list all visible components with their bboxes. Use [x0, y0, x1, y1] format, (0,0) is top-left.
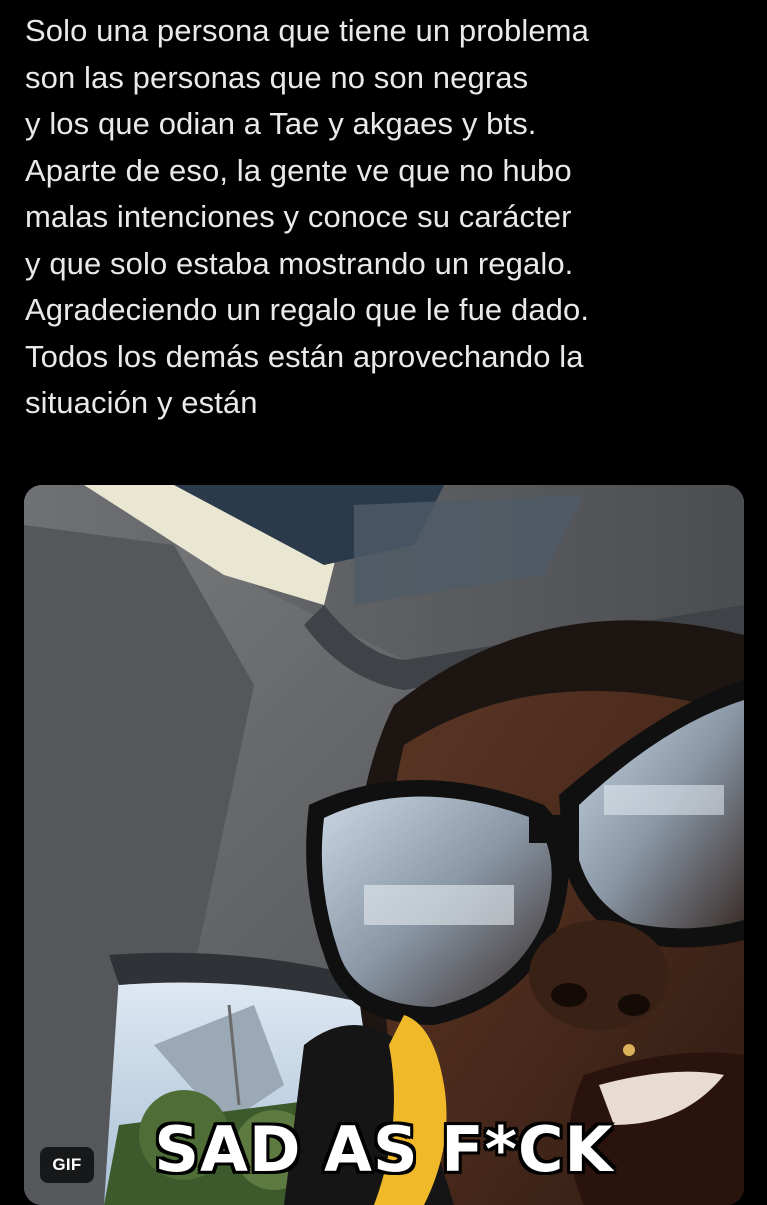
tweet-text: Solo una persona que tiene un problema s…	[25, 8, 745, 427]
tweet-text-line: Solo una persona que tiene un problema	[25, 13, 589, 48]
gif-frame-image	[24, 485, 744, 1205]
gif-badge[interactable]: GIF	[40, 1147, 94, 1183]
tweet-text-line: malas intenciones y conoce su carácter	[25, 199, 572, 234]
tweet-text-line: y que solo estaba mostrando un regalo.	[25, 245, 574, 281]
tweet-text-line: situación y están	[25, 385, 258, 420]
tweet-text-line: Aparte de eso, la gente ve que no hubo	[25, 152, 572, 188]
tweet-text-line: y los que odian a Tae y akgaes y bts.	[25, 106, 537, 141]
gif-media[interactable]: SAD AS F*CK GIF	[24, 485, 744, 1205]
tweet-text-line: Agradeciendo un regalo que le fue dado.	[25, 292, 590, 327]
gif-caption: SAD AS F*CK	[154, 1113, 614, 1186]
tweet-text-line: son las personas que no son negras	[25, 59, 529, 95]
tweet-text-line: Todos los demás están aprovechando la	[25, 338, 584, 374]
